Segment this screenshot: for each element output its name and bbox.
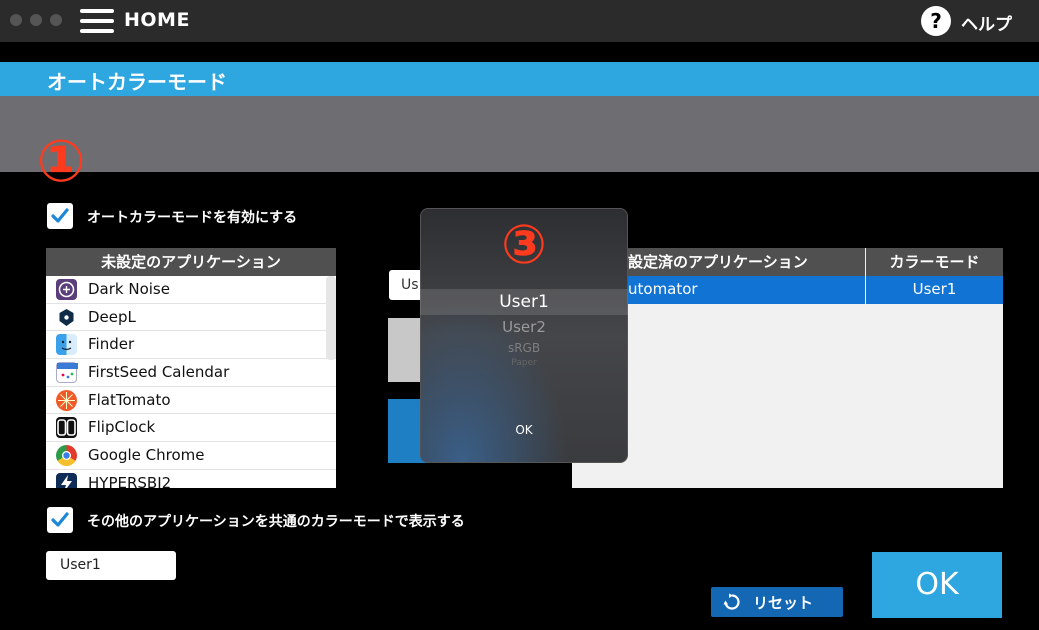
list-item[interactable]: Google Chrome [46, 442, 336, 470]
window-close-dot[interactable] [10, 14, 22, 26]
calendar-icon [56, 362, 78, 384]
marker-one: ① [36, 127, 86, 195]
window-minimize-dot[interactable] [30, 14, 42, 26]
list-item[interactable]: Dark Noise [46, 276, 336, 304]
section-header: オートカラーモード [0, 62, 1039, 96]
app-name: FirstSeed Calendar [88, 363, 230, 382]
list-item[interactable]: FlatTomato [46, 387, 336, 415]
ok-button[interactable]: OK [872, 552, 1002, 618]
list-item[interactable]: DeepL [46, 304, 336, 332]
common-mode-select[interactable]: User1 [46, 551, 176, 580]
app-name: FlatTomato [88, 390, 171, 409]
picker-option[interactable]: Paper [420, 358, 628, 368]
picker-option[interactable]: sRGB [420, 341, 628, 355]
table-cell-app: utomator [628, 280, 698, 298]
unset-apps-header: 未設定のアプリケーション [46, 248, 336, 276]
refresh-icon [723, 593, 740, 610]
window-titlebar: HOME ? ヘルプ [0, 0, 1039, 42]
chrome-icon [56, 445, 77, 467]
help-label[interactable]: ヘルプ [961, 10, 1012, 35]
picker-option[interactable]: User2 [420, 318, 628, 336]
auto-mode-checkbox[interactable] [47, 203, 73, 229]
app-name: Dark Noise [88, 280, 170, 298]
app-name: FlipClock [88, 418, 156, 437]
table-cell-mode: User1 [912, 280, 957, 298]
color-mode-header: カラーモード [866, 248, 1003, 276]
color-mode-picker[interactable]: ③ User1 User2 sRGB Paper OK [420, 208, 628, 463]
auto-mode-label: オートカラーモードを有効にする [87, 210, 298, 226]
set-apps-table[interactable]: 設定済のアプリケーション カラーモード utomator User1 [572, 248, 1003, 488]
list-item[interactable]: Finder [46, 331, 336, 360]
table-row[interactable]: utomator User1 [572, 276, 1003, 304]
picker-option-selected[interactable]: User1 [420, 289, 628, 315]
menu-icon[interactable] [80, 8, 114, 34]
list-item[interactable]: FirstSeed Calendar [46, 359, 336, 387]
app-name: HYPERSBI2 [88, 473, 172, 488]
app-name: Google Chrome [88, 446, 205, 465]
help-icon[interactable]: ? [921, 6, 951, 36]
checkmark-icon [51, 208, 69, 223]
other-apps-label: その他のアプリケーションを共通のカラーモードで表示する [87, 514, 465, 530]
header-band [0, 96, 1039, 172]
dark-noise-icon [56, 279, 77, 300]
app-name: DeepL [88, 307, 136, 326]
marker-three: ③ [501, 213, 547, 276]
flipclock-icon [56, 417, 77, 439]
unset-apps-scrollbar[interactable] [326, 276, 336, 360]
page-title: オートカラーモード [47, 70, 227, 94]
hypersbi-icon [56, 472, 77, 488]
list-item[interactable]: FlipClock [46, 414, 336, 443]
window-zoom-dot[interactable] [50, 14, 62, 26]
reset-label: リセット [753, 594, 814, 612]
deepl-icon [56, 306, 77, 328]
app-name: Finder [88, 335, 135, 354]
home-label[interactable]: HOME [124, 9, 190, 31]
picker-ok-button[interactable]: OK [420, 423, 628, 437]
reset-button[interactable]: リセット [711, 587, 843, 617]
list-item[interactable]: HYPERSBI2 [46, 470, 336, 488]
checkmark-icon [51, 512, 69, 527]
finder-icon [56, 334, 77, 356]
tomato-icon [56, 389, 77, 411]
other-apps-checkbox[interactable] [47, 507, 73, 533]
unset-apps-list[interactable]: 未設定のアプリケーション Dark Noise DeepL Finder Fir… [46, 248, 336, 488]
